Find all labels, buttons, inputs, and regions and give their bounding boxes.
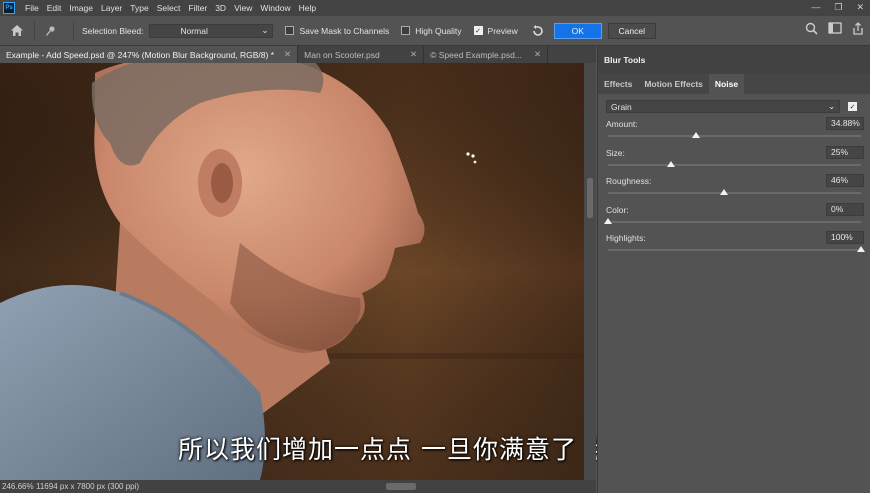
tab-label: Man on Scooter.psd [304,49,380,60]
noise-type-select[interactable]: Grain ⌄ [606,100,841,113]
slider-amount: Amount: 34.88% [606,117,866,147]
zoom-level[interactable]: 246.66% [0,482,34,491]
selection-bleed-select[interactable]: Normal ⌄ [149,23,274,38]
selection-bleed-value: Normal [180,25,208,36]
close-icon[interactable]: ✕ [534,49,541,60]
chevron-down-icon: ⌄ [828,101,836,111]
noise-type-value: Grain [611,101,632,112]
document-info: 11694 px x 7800 px (300 ppi) [36,482,140,491]
check-icon[interactable]: ✓ [848,102,857,111]
window-controls: — ❐ ✕ [811,2,864,13]
preview-label: Preview [487,25,518,36]
menu-file[interactable]: File [21,3,43,13]
slider-roughness: Roughness: 46% [606,174,866,204]
menu-3d[interactable]: 3D [211,3,230,13]
checkbox-box[interactable] [285,26,295,35]
check-icon[interactable]: ✓ [473,26,483,35]
roughness-value-field[interactable]: 46% [826,174,864,187]
highlights-value-field[interactable]: 100% [826,231,864,244]
divider [34,20,35,41]
menu-bar: Ps File Edit Image Layer Type Select Fil… [0,0,870,16]
slider-track[interactable] [608,192,861,194]
slider-track[interactable] [608,135,861,137]
home-icon[interactable] [8,22,26,40]
horizontal-scroll-thumb[interactable] [386,483,416,490]
slider-label: Color: [606,205,629,215]
noise-overlay [0,63,584,480]
save-mask-checkbox[interactable]: Save Mask to Channels [285,26,389,36]
noise-preset-row: Grain ⌄ ✓ [606,100,862,113]
close-icon[interactable]: ✕ [856,2,864,13]
menu-filter[interactable]: Filter [184,3,211,13]
tab-add-speed[interactable]: Example - Add Speed.psd @ 247% (Motion B… [0,46,299,63]
panel-tabs: Effects Motion Effects Noise [598,74,870,94]
chevron-down-icon: ⌄ [261,25,269,35]
search-icon[interactable] [805,22,818,38]
photoshop-logo[interactable]: Ps [3,2,15,14]
menu-window[interactable]: Window [256,3,294,13]
share-icon[interactable] [852,22,864,38]
slider-thumb[interactable] [667,161,676,167]
tab-label: Example - Add Speed.psd @ 247% (Motion B… [6,49,275,60]
menu-select[interactable]: Select [153,3,185,13]
close-icon[interactable]: ✕ [284,49,291,60]
amount-value-field[interactable]: 34.88% [826,117,864,130]
save-mask-label: Save Mask to Channels [299,25,390,36]
document-tab-bar: Example - Add Speed.psd @ 247% (Motion B… [0,46,596,63]
tab-label: © Speed Example.psd... [430,49,522,60]
menu-type[interactable]: Type [126,3,152,13]
restore-icon[interactable]: ❐ [834,2,842,13]
slider-label: Size: [606,148,625,158]
menu-edit[interactable]: Edit [43,3,66,13]
slider-track[interactable] [608,249,861,251]
slider-label: Roughness: [606,176,652,186]
slider-label: Highlights: [606,233,646,243]
options-right-icons [805,22,864,38]
vertical-scrollbar[interactable] [584,63,596,480]
divider [73,20,74,41]
size-value-field[interactable]: 25% [826,146,864,159]
document-canvas[interactable] [0,63,584,480]
slider-highlights: Highlights: 100% [606,231,866,261]
menu-help[interactable]: Help [295,3,320,13]
pin-tool-icon[interactable] [43,23,59,39]
status-bar: 246.66% 11694 px x 7800 px (300 ppi) [0,480,596,493]
slider-thumb[interactable] [857,246,865,252]
scroll-thumb[interactable] [587,178,593,218]
high-quality-label: High Quality [415,25,462,36]
slider-label: Amount: [606,119,638,129]
slider-size: Size: 25% [606,146,866,176]
menu-layer[interactable]: Layer [97,3,126,13]
cancel-button[interactable]: Cancel [607,22,656,39]
reset-icon[interactable] [530,23,546,39]
high-quality-checkbox[interactable]: High Quality [401,25,462,36]
close-icon[interactable]: ✕ [410,49,417,60]
slider-thumb[interactable] [604,218,612,224]
menu-image[interactable]: Image [65,3,97,13]
ok-button[interactable]: OK [553,22,602,39]
slider-color: Color: 0% [604,203,866,233]
workspace-icon[interactable] [828,22,842,38]
tab-man-on-scooter[interactable]: Man on Scooter.psd ✕ [298,46,425,63]
slider-track[interactable] [608,221,861,223]
options-bar: Selection Bleed: Normal ⌄ Save Mask to C… [0,16,870,46]
slider-thumb[interactable] [720,189,729,195]
color-value-field[interactable]: 0% [826,203,864,216]
tab-speed-example[interactable]: © Speed Example.psd... ✕ [424,46,549,63]
checkbox-box[interactable] [401,26,411,35]
tab-noise[interactable]: Noise [708,74,745,94]
tab-effects[interactable]: Effects [598,74,638,94]
preview-checkbox[interactable]: ✓ Preview [473,25,518,36]
tab-motion-effects[interactable]: Motion Effects [638,74,709,94]
panel-title: Blur Tools [598,46,870,74]
blur-tools-panel: Blur Tools Effects Motion Effects Noise … [597,46,870,493]
slider-thumb[interactable] [692,132,701,138]
selection-bleed-label: Selection Bleed: [82,25,144,36]
menu-view[interactable]: View [230,3,256,13]
slider-track[interactable] [608,164,861,166]
minimize-icon[interactable]: — [811,2,820,13]
